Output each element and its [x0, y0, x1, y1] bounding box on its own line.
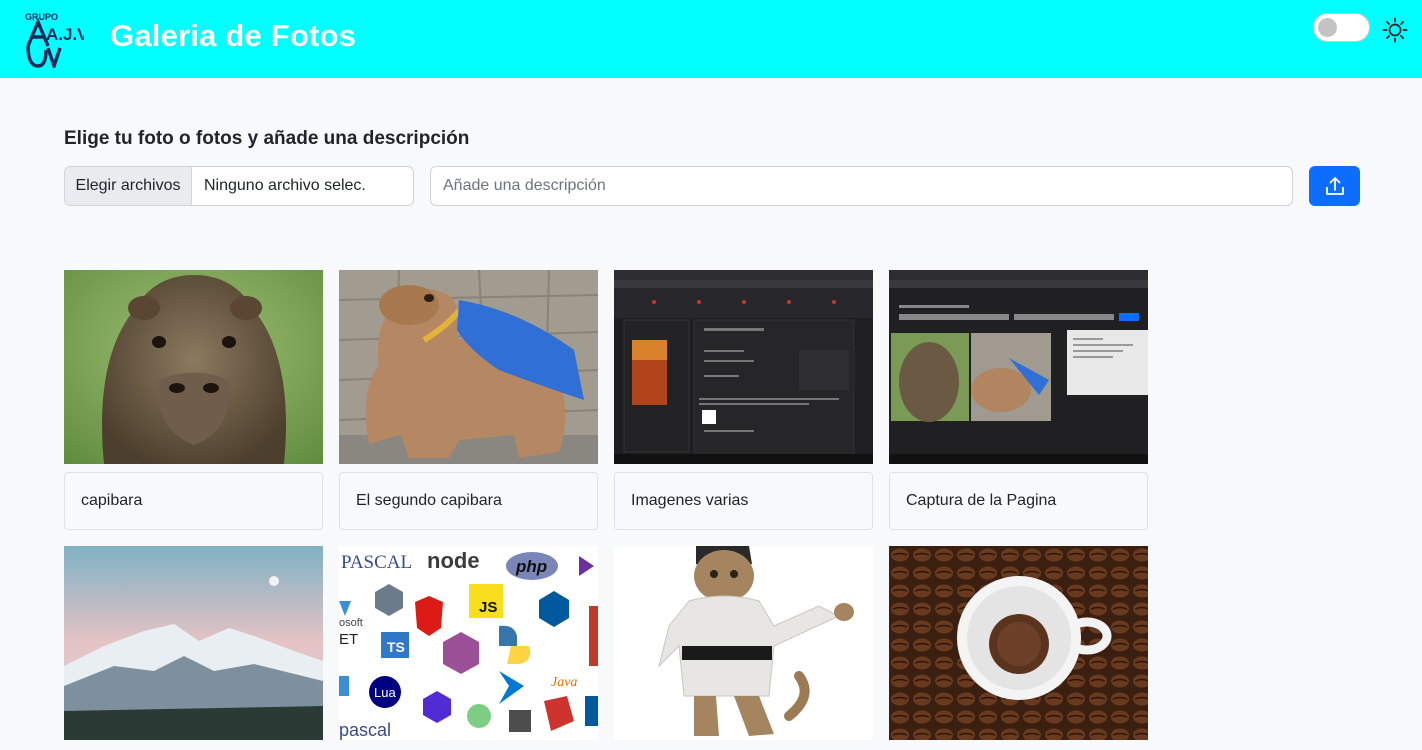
photo-card[interactable]: Imagenes varias — [614, 270, 873, 530]
photo-caption: Imagenes varias — [614, 472, 873, 530]
photo-capybara-face[interactable] — [64, 270, 323, 464]
photo-card[interactable] — [889, 546, 1148, 740]
choose-files-button[interactable]: Elegir archivos — [65, 167, 192, 205]
photo-card[interactable]: PASCAL node php JS ET osoft TS Lua Java … — [339, 546, 598, 740]
label-pascal-bottom: pascal — [339, 720, 391, 740]
upload-icon — [1325, 177, 1344, 195]
photo-card[interactable]: capibara — [64, 270, 323, 530]
photo-caption: Captura de la Pagina — [889, 472, 1148, 530]
photo-card[interactable] — [614, 546, 873, 740]
photo-karate-cat[interactable] — [614, 546, 873, 740]
toggle-knob — [1318, 18, 1337, 37]
upload-heading: Elige tu foto o fotos y añade una descri… — [64, 128, 470, 149]
photo-card[interactable]: Captura de la Pagina — [889, 270, 1148, 530]
label-ts: TS — [387, 639, 405, 655]
photo-screenshot-gallery[interactable] — [889, 270, 1148, 464]
label-js: JS — [479, 599, 497, 616]
file-input[interactable]: Elegir archivos Ninguno archivo selec. — [64, 166, 414, 206]
label-java: Java — [551, 675, 577, 690]
brand-logo[interactable]: GRUPO A.J.V — [24, 10, 89, 72]
label-php: php — [515, 557, 547, 576]
photo-caption: capibara — [64, 472, 323, 530]
upload-button[interactable] — [1309, 166, 1360, 206]
label-net: ET — [339, 631, 358, 648]
label-soft: osoft — [339, 617, 363, 629]
sun-icon[interactable] — [1382, 17, 1408, 43]
label-pascal: PASCAL — [341, 552, 412, 573]
photo-screenshot-dark[interactable] — [614, 270, 873, 464]
photo-card[interactable] — [64, 546, 323, 740]
navbar: GRUPO A.J.V Galeria de Fotos — [0, 0, 1422, 78]
label-lua: Lua — [374, 685, 396, 700]
photo-snowy-mountains[interactable] — [64, 546, 323, 740]
theme-toggle[interactable] — [1313, 13, 1370, 42]
description-input[interactable] — [430, 166, 1293, 206]
page-title: Galeria de Fotos — [110, 18, 357, 53]
logo-text-top: GRUPO — [25, 12, 58, 22]
photo-caption: El segundo capibara — [339, 472, 598, 530]
label-node: node — [427, 548, 480, 573]
photo-programming-logos[interactable]: PASCAL node php JS ET osoft TS Lua Java … — [339, 546, 598, 740]
file-status: Ninguno archivo selec. — [204, 177, 366, 194]
photo-capybara-cape[interactable] — [339, 270, 598, 464]
photo-coffee-cup[interactable] — [889, 546, 1148, 740]
photo-card[interactable]: El segundo capibara — [339, 270, 598, 530]
logo-text-main: A.J.V — [46, 25, 84, 44]
